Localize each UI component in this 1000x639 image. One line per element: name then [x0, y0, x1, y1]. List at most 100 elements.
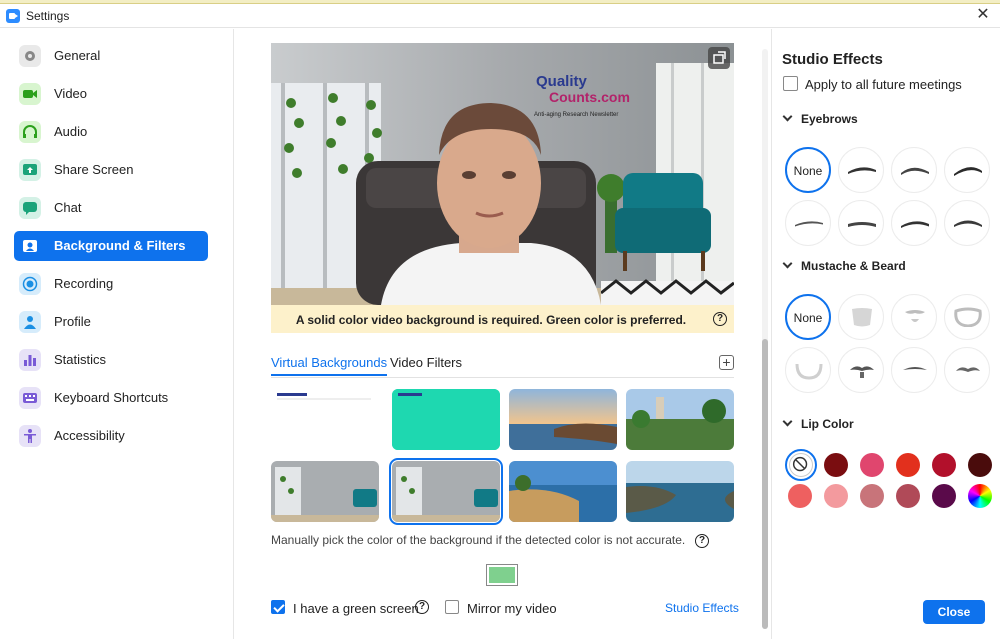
background-thumb-office-room[interactable] — [271, 461, 379, 522]
settings-sidebar: General Video Audio Share Screen Chat Ba… — [0, 29, 234, 639]
background-thumb-qualitycounts-page[interactable] — [271, 389, 379, 450]
beard-style-2[interactable] — [891, 294, 937, 340]
window-close-button[interactable]: ✕ — [974, 6, 992, 24]
sidebar-item-chat[interactable]: Chat — [14, 193, 208, 223]
sidebar-item-general[interactable]: General — [14, 41, 208, 71]
background-thumb-solid-teal[interactable] — [392, 389, 500, 450]
sidebar-item-label: Statistics — [54, 352, 107, 367]
chevron-down-icon — [782, 111, 793, 122]
beard-none[interactable]: None — [785, 294, 831, 340]
help-icon[interactable]: ? — [695, 534, 709, 548]
green-screen-checkbox[interactable] — [271, 600, 285, 614]
sidebar-item-label: Profile — [54, 314, 91, 329]
eyebrow-none-label: None — [793, 164, 823, 178]
beard-style-5[interactable] — [838, 347, 884, 393]
help-icon[interactable]: ? — [415, 600, 429, 614]
studio-effects-panel: Studio Effects Apply to all future meeti… — [771, 29, 1000, 639]
background-color-picker[interactable] — [486, 564, 518, 586]
sidebar-item-label: Keyboard Shortcuts — [54, 390, 169, 405]
background-thumb-ocean-cliffs[interactable] — [626, 461, 734, 522]
background-thumb-office-room-green[interactable] — [389, 458, 503, 525]
sidebar-item-accessibility[interactable]: Accessibility — [14, 421, 208, 451]
background-grid — [271, 387, 741, 527]
beard-style-7[interactable] — [944, 347, 990, 393]
lip-color-none[interactable] — [785, 449, 817, 481]
eyebrow-style-1[interactable] — [838, 147, 884, 193]
portrait-icon — [19, 235, 41, 257]
beard-style-4[interactable] — [785, 347, 831, 393]
sidebar-item-recording[interactable]: Recording — [14, 269, 208, 299]
share-screen-icon — [19, 159, 41, 181]
eyebrows-header-label: Eyebrows — [801, 112, 858, 126]
beard-style-6[interactable] — [891, 347, 937, 393]
sidebar-item-profile[interactable]: Profile — [14, 307, 208, 337]
background-thumb-palm-hillside[interactable] — [626, 389, 734, 450]
manual-pick-text: Manually pick the color of the backgroun… — [271, 533, 686, 547]
tab-video-filters[interactable]: Video Filters — [390, 355, 462, 374]
eyebrow-style-2[interactable] — [891, 147, 937, 193]
main-scrollbar-thumb[interactable] — [762, 339, 768, 629]
lip-color-swatch[interactable] — [824, 484, 848, 508]
sidebar-item-background-filters[interactable]: Background & Filters — [14, 231, 208, 261]
lip-color-swatch[interactable] — [860, 453, 884, 477]
lip-color-swatch[interactable] — [896, 453, 920, 477]
eyebrow-style-6[interactable] — [891, 200, 937, 246]
mirror-video-label: Mirror my video — [467, 601, 557, 616]
lip-color-swatch[interactable] — [896, 484, 920, 508]
record-icon — [19, 273, 41, 295]
close-button[interactable]: Close — [923, 600, 985, 624]
window-title: Settings — [26, 9, 70, 23]
lip-color-header[interactable]: Lip Color — [782, 416, 854, 431]
popout-icon[interactable] — [708, 47, 730, 69]
sidebar-item-label: Background & Filters — [54, 238, 186, 253]
warning-text: A solid color video background is requir… — [295, 313, 687, 327]
mirror-video-checkbox[interactable] — [445, 600, 459, 614]
title-bar: Settings ✕ — [0, 4, 1000, 28]
background-thumb-desert-beach[interactable] — [509, 461, 617, 522]
help-icon[interactable]: ? — [713, 312, 727, 326]
main-scrollbar[interactable] — [762, 49, 768, 629]
eyebrow-style-7[interactable] — [944, 200, 990, 246]
sidebar-item-label: Audio — [54, 124, 88, 139]
headphones-icon — [19, 121, 41, 143]
sidebar-item-statistics[interactable]: Statistics — [14, 345, 208, 375]
sidebar-item-audio[interactable]: Audio — [14, 117, 208, 147]
eyebrow-style-3[interactable] — [944, 147, 990, 193]
background-tabs: Virtual Backgrounds Video Filters + — [271, 355, 734, 377]
lip-color-swatch[interactable] — [824, 453, 848, 477]
lip-color-swatch[interactable] — [788, 484, 812, 508]
lip-color-swatch[interactable] — [932, 453, 956, 477]
apply-future-label: Apply to all future meetings — [805, 77, 962, 92]
eyebrow-style-5[interactable] — [838, 200, 884, 246]
beard-style-3[interactable] — [944, 294, 990, 340]
preview-logo-line1: Quality — [536, 73, 588, 90]
tab-virtual-backgrounds[interactable]: Virtual Backgrounds — [271, 355, 388, 376]
bar-chart-icon — [19, 349, 41, 371]
eyebrow-none[interactable]: None — [785, 147, 831, 193]
studio-effects-link[interactable]: Studio Effects — [665, 601, 739, 615]
beard-style-1[interactable] — [838, 294, 884, 340]
sidebar-item-label: Share Screen — [54, 162, 134, 177]
sidebar-item-video[interactable]: Video — [14, 79, 208, 109]
sidebar-item-label: Video — [54, 86, 88, 101]
add-background-button[interactable]: + — [719, 355, 734, 370]
person-icon — [19, 311, 41, 333]
mustache-beard-header[interactable]: Mustache & Beard — [782, 258, 906, 273]
green-screen-warning: A solid color video background is requir… — [271, 305, 734, 333]
background-thumb-sunset-coast[interactable] — [509, 389, 617, 450]
studio-effects-title: Studio Effects — [782, 51, 883, 68]
eyebrows-header[interactable]: Eyebrows — [782, 111, 858, 126]
lip-color-swatch[interactable] — [968, 453, 992, 477]
eyebrow-style-4[interactable] — [785, 200, 831, 246]
sidebar-item-share-screen[interactable]: Share Screen — [14, 155, 208, 185]
lip-color-swatch[interactable] — [932, 484, 956, 508]
lip-color-header-label: Lip Color — [801, 417, 854, 431]
lip-color-swatch[interactable] — [860, 484, 884, 508]
preview-logo-tagline: Anti-aging Research Newsletter — [534, 112, 618, 118]
sidebar-item-keyboard-shortcuts[interactable]: Keyboard Shortcuts — [14, 383, 208, 413]
custom-color-wheel-icon[interactable] — [968, 484, 992, 508]
apply-future-checkbox[interactable] — [783, 76, 798, 91]
tabs-divider — [271, 377, 734, 378]
zoom-app-icon — [6, 9, 20, 23]
no-color-icon — [792, 456, 808, 472]
